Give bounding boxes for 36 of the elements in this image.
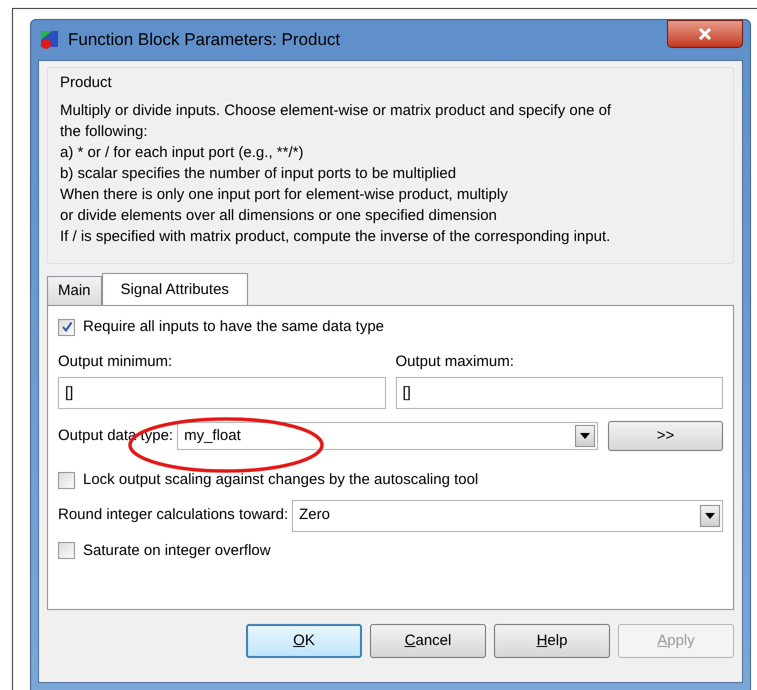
checkbox-label: Saturate on integer overflow (83, 540, 271, 560)
expand-button[interactable]: >> (608, 421, 723, 451)
app-icon (40, 30, 60, 50)
input-field[interactable]: [] (396, 377, 723, 409)
tab[interactable]: Main (47, 276, 102, 305)
dropdown-field[interactable]: my_float (177, 422, 598, 450)
description-text: a) * or / for each input port (e.g., **/*) (60, 143, 304, 163)
dropdown-arrow-button[interactable] (575, 425, 595, 447)
description-text: b) scalar specifies the number of input ports to be multiplied (60, 164, 458, 184)
description-text: When there is only one input port for element-wise product, multiply (60, 185, 509, 205)
dialog-button[interactable]: Help (494, 624, 610, 658)
field-label: Output minimum: (58, 352, 174, 372)
field-label: Output maximum: (396, 352, 515, 372)
description-text: Multiply or divide inputs. Choose element-wise or matrix product and specify one of (60, 101, 612, 121)
input-field[interactable]: [] (58, 377, 386, 409)
description-text: If / is specified with matrix product, compute the inverse of the corresponding input. (60, 227, 612, 247)
description-text: the following: (60, 122, 149, 142)
dropdown-arrow-button[interactable] (700, 504, 720, 526)
window-title: Function Block Parameters: Product (68, 29, 340, 52)
dialog-button[interactable]: Cancel (370, 624, 486, 658)
close-icon (698, 28, 712, 40)
checkbox[interactable] (58, 542, 75, 560)
caret-icon (580, 433, 590, 439)
description-text: or divide elements over all dimensions or one specified dimension (60, 206, 498, 226)
checkbox-label: Lock output scaling against changes by the autoscaling tool (83, 470, 478, 490)
dialog-button[interactable]: OK (246, 624, 362, 658)
field-label: Round integer calculations toward: (58, 505, 288, 526)
tab[interactable]: Signal Attributes (102, 273, 248, 306)
close-button[interactable] (667, 20, 743, 48)
checkbox-label: Require all inputs to have the same data type (83, 317, 384, 337)
caret-icon (705, 512, 715, 518)
dropdown-field[interactable]: Zero (292, 500, 723, 532)
checkbox[interactable] (58, 318, 75, 336)
group-title: Product (60, 73, 113, 93)
checkmark-icon (60, 321, 72, 334)
checkbox[interactable] (58, 472, 75, 489)
